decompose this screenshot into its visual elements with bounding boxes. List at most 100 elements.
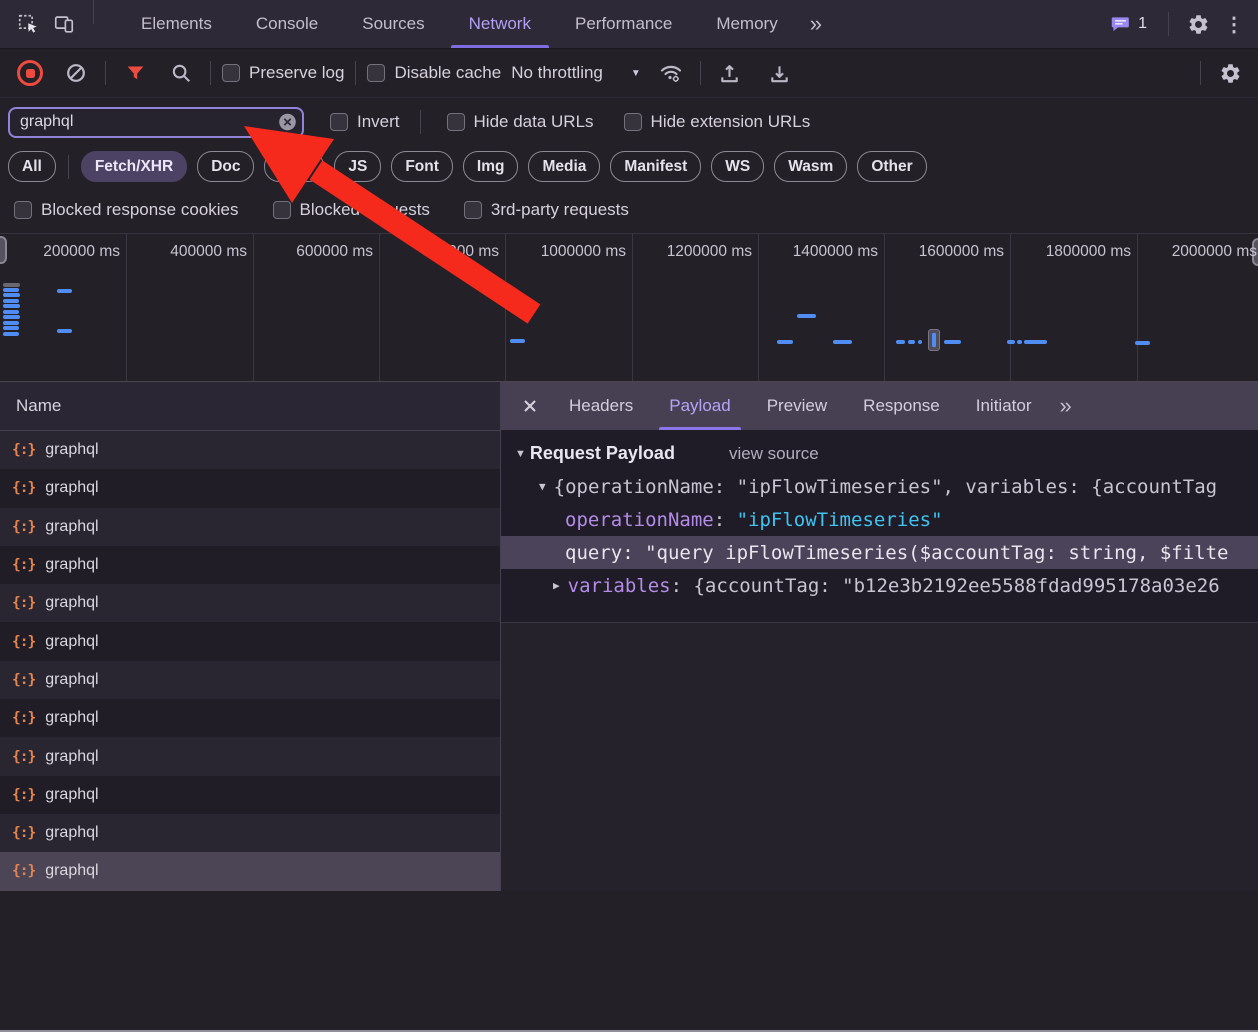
chevron-double-right-icon: » bbox=[1059, 393, 1071, 418]
payload-line[interactable]: query: "query ipFlowTimeseries($accountT… bbox=[501, 536, 1258, 569]
invert-label: Invert bbox=[357, 112, 400, 131]
details-tab-initiator[interactable]: Initiator bbox=[958, 382, 1050, 430]
details-tab-response[interactable]: Response bbox=[845, 382, 958, 430]
name-column-header[interactable]: Name bbox=[0, 382, 500, 431]
tab-elements[interactable]: Elements bbox=[119, 0, 234, 48]
close-icon bbox=[520, 396, 540, 416]
blocked-response-cookies-label: Blocked response cookies bbox=[41, 200, 239, 219]
wifi-gear-icon bbox=[659, 61, 683, 85]
filter-chip-img[interactable]: Img bbox=[462, 151, 519, 182]
blocked-requests-checkbox[interactable]: Blocked requests bbox=[272, 200, 430, 220]
filter-chip-fetch-xhr[interactable]: Fetch/XHR bbox=[80, 151, 188, 182]
request-row[interactable]: {:} graphql bbox=[0, 660, 500, 700]
timeline-tick-label: 1400000 ms bbox=[792, 243, 878, 260]
filter-chip-doc[interactable]: Doc bbox=[197, 151, 255, 182]
tab-console[interactable]: Console bbox=[234, 0, 340, 48]
filter-chip-css[interactable]: CSS bbox=[264, 151, 325, 182]
details-tab-headers[interactable]: Headers bbox=[551, 382, 651, 430]
request-row[interactable]: {:} graphql bbox=[0, 813, 500, 853]
search-button[interactable] bbox=[163, 49, 199, 97]
network-settings-button[interactable] bbox=[1212, 49, 1248, 97]
payload-token: variables bbox=[567, 574, 671, 597]
json-request-icon: {:} bbox=[12, 633, 36, 650]
settings-button[interactable] bbox=[1180, 13, 1216, 36]
blocked-response-cookies-checkbox[interactable]: Blocked response cookies bbox=[14, 200, 239, 220]
details-tab-preview[interactable]: Preview bbox=[749, 382, 845, 430]
details-tabs: Headers Payload Preview Response Initiator bbox=[551, 382, 1049, 430]
collapse-triangle-icon[interactable]: ▼ bbox=[515, 448, 526, 460]
chevron-down-icon: ▼ bbox=[630, 67, 641, 79]
clear-filter-button[interactable] bbox=[277, 112, 298, 133]
devtools-tab-bar: Elements Console Sources Network Performance… bbox=[0, 0, 1258, 49]
device-toolbar-button[interactable] bbox=[46, 0, 82, 48]
payload-token: : bbox=[713, 508, 737, 531]
filter-chip-all[interactable]: All bbox=[8, 151, 56, 182]
request-row[interactable]: {:} graphql bbox=[0, 699, 500, 738]
hide-extension-urls-checkbox[interactable]: Hide extension URLs bbox=[623, 112, 810, 132]
payload-line[interactable]: ▼ {operationName: "ipFlowTimeseries", var… bbox=[501, 470, 1258, 503]
timeline-tick-label: 1000000 ms bbox=[540, 243, 626, 260]
hide-data-urls-checkbox[interactable]: Hide data URLs bbox=[446, 112, 594, 132]
waterfall-bar bbox=[908, 340, 915, 344]
filter-chip-other[interactable]: Other bbox=[857, 151, 927, 182]
request-row[interactable]: {:} graphql bbox=[0, 737, 500, 776]
request-name-label: graphql bbox=[45, 670, 99, 688]
tab-memory[interactable]: Memory bbox=[694, 0, 799, 48]
collapsed-triangle-icon[interactable]: ▶ bbox=[553, 579, 560, 592]
request-row[interactable]: {:} graphql bbox=[0, 852, 500, 891]
tab-sources[interactable]: Sources bbox=[340, 0, 446, 48]
json-request-icon: {:} bbox=[12, 748, 36, 765]
third-party-requests-checkbox[interactable]: 3rd-party requests bbox=[463, 200, 629, 220]
filter-chip-js[interactable]: JS bbox=[334, 151, 382, 182]
payload-line[interactable]: ▶ variables: {accountTag: "b12e3b2192ee55… bbox=[501, 569, 1258, 602]
third-party-requests-label: 3rd-party requests bbox=[490, 200, 629, 219]
request-row[interactable]: {:} graphql bbox=[0, 469, 500, 508]
request-row[interactable]: {:} graphql bbox=[0, 775, 500, 814]
payload-token: "query ipFlowTimeseries($accountTag: str… bbox=[645, 541, 1229, 564]
request-details-panel: Headers Payload Preview Response Initiator »… bbox=[501, 382, 1258, 891]
expanded-triangle-icon[interactable]: ▼ bbox=[539, 480, 546, 493]
details-tab-payload[interactable]: Payload bbox=[651, 382, 748, 430]
request-row[interactable]: {:} graphql bbox=[0, 431, 500, 470]
network-overview-timeline[interactable]: 200000 ms 400000 ms 600000 ms 800000 ms 1000… bbox=[0, 233, 1258, 382]
payload-line[interactable]: operationName: "ipFlowTimeseries" bbox=[501, 503, 1258, 536]
tab-performance[interactable]: Performance bbox=[553, 0, 694, 48]
waterfall-bar bbox=[3, 315, 20, 319]
record-network-log-button[interactable] bbox=[12, 49, 48, 97]
filter-button[interactable] bbox=[117, 49, 153, 97]
request-type-filter-row: All Fetch/XHR Doc CSS JS Font Img Media Manifest… bbox=[0, 146, 1258, 187]
more-options-button[interactable]: ⋮ bbox=[1216, 12, 1252, 37]
inspect-element-button[interactable] bbox=[10, 0, 46, 48]
payload-tree: ▼ {operationName: "ipFlowTimeseries", var… bbox=[501, 470, 1258, 602]
close-details-button[interactable] bbox=[509, 382, 551, 430]
more-detail-tabs-button[interactable]: » bbox=[1049, 393, 1079, 419]
network-conditions-button[interactable] bbox=[653, 49, 689, 97]
more-panels-button[interactable]: » bbox=[800, 0, 830, 48]
invert-checkbox[interactable]: Invert bbox=[330, 112, 400, 132]
json-request-icon: {:} bbox=[12, 557, 36, 574]
preserve-log-checkbox[interactable]: Preserve log bbox=[222, 63, 344, 83]
clear-network-log-button[interactable] bbox=[58, 49, 94, 97]
disable-cache-label: Disable cache bbox=[394, 63, 502, 82]
timeline-tick-label: 800000 ms bbox=[422, 243, 499, 260]
tab-network[interactable]: Network bbox=[447, 0, 553, 48]
issues-indicator[interactable]: 1 bbox=[1100, 14, 1157, 34]
divider bbox=[93, 0, 94, 24]
filter-chip-font[interactable]: Font bbox=[391, 151, 453, 182]
filter-chip-manifest[interactable]: Manifest bbox=[610, 151, 702, 182]
request-row[interactable]: {:} graphql bbox=[0, 622, 500, 661]
filter-chip-media[interactable]: Media bbox=[528, 151, 601, 182]
details-tab-bar: Headers Payload Preview Response Initiator » bbox=[501, 382, 1258, 430]
filter-chip-ws[interactable]: WS bbox=[711, 151, 765, 182]
request-row[interactable]: {:} graphql bbox=[0, 545, 500, 585]
request-row[interactable]: {:} graphql bbox=[0, 507, 500, 546]
import-har-button[interactable] bbox=[712, 49, 748, 97]
filter-chip-wasm[interactable]: Wasm bbox=[774, 151, 848, 182]
export-har-button[interactable] bbox=[762, 49, 798, 97]
json-request-icon: {:} bbox=[12, 442, 36, 459]
throttling-select[interactable]: No throttling ▼ bbox=[511, 63, 641, 83]
request-row[interactable]: {:} graphql bbox=[0, 584, 500, 623]
disable-cache-checkbox[interactable]: Disable cache bbox=[367, 63, 501, 83]
filter-input[interactable] bbox=[8, 106, 304, 138]
view-source-link[interactable]: view source bbox=[729, 444, 819, 464]
